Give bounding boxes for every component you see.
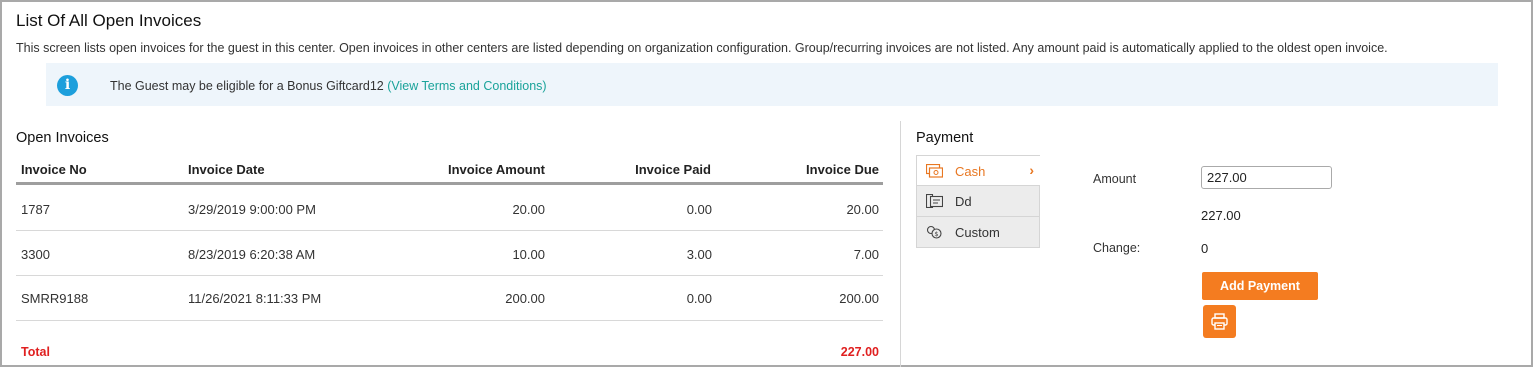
tab-dd-label: Dd xyxy=(955,194,972,209)
table-row-invoice-no: 3300 xyxy=(21,247,50,262)
page-title: List Of All Open Invoices xyxy=(16,11,202,30)
table-row-invoice-date: 8/23/2019 6:20:38 AM xyxy=(188,247,316,262)
table-row-invoice-due: 7.00 xyxy=(853,247,879,262)
row-divider xyxy=(16,320,883,321)
section-divider xyxy=(900,121,901,367)
chevron-right-icon: › xyxy=(1029,162,1034,178)
tab-cash[interactable]: Cash › xyxy=(916,155,1040,186)
col-invoice-due: Invoice Due xyxy=(806,162,879,177)
print-icon xyxy=(1211,313,1228,330)
table-row-invoice-amount: 200.00 xyxy=(505,291,545,306)
total-label: Total xyxy=(21,345,50,359)
amount-display: 227.00 xyxy=(1201,208,1241,223)
table-row-invoice-paid: 0.00 xyxy=(686,291,712,306)
svg-text:$: $ xyxy=(934,230,938,238)
tab-cash-label: Cash xyxy=(955,164,986,179)
open-invoices-title: Open Invoices xyxy=(16,130,109,146)
change-value: 0 xyxy=(1201,241,1209,256)
table-row-invoice-no: 1787 xyxy=(21,202,50,217)
total-value: 227.00 xyxy=(840,345,879,359)
table-row-invoice-paid: 3.00 xyxy=(686,247,712,262)
cash-icon xyxy=(926,164,943,178)
tab-dd[interactable]: Dd xyxy=(916,186,1040,217)
table-row-invoice-amount: 10.00 xyxy=(512,247,545,262)
table-row-invoice-due: 200.00 xyxy=(839,291,879,306)
page-description: This screen lists open invoices for the … xyxy=(16,41,1388,55)
col-invoice-amount: Invoice Amount xyxy=(447,162,545,177)
tab-custom[interactable]: $ Custom xyxy=(916,217,1040,248)
view-terms-link[interactable]: (View Terms and Conditions) xyxy=(387,79,546,93)
direct-debit-icon xyxy=(926,194,943,208)
table-row-invoice-paid: 0.00 xyxy=(686,202,712,217)
table-row-invoice-date: 11/26/2021 8:11:33 PM xyxy=(188,291,322,306)
custom-payment-icon: $ xyxy=(926,225,942,239)
info-banner: i The Guest may be eligible for a Bonus … xyxy=(46,63,1498,106)
change-label: Change: xyxy=(1093,241,1141,255)
table-row-invoice-amount: 20.00 xyxy=(512,202,545,217)
amount-input[interactable] xyxy=(1201,166,1332,189)
add-payment-button[interactable]: Add Payment xyxy=(1202,272,1318,300)
table-row-invoice-due: 20.00 xyxy=(846,202,879,217)
info-icon: i xyxy=(57,75,78,96)
amount-label: Amount xyxy=(1093,172,1137,186)
info-banner-text: The Guest may be eligible for a Bonus Gi… xyxy=(110,79,547,93)
payment-title: Payment xyxy=(916,130,974,146)
table-row-invoice-no: SMRR9188 xyxy=(21,291,89,306)
col-invoice-date: Invoice Date xyxy=(188,162,265,177)
payment-method-tabs: Cash › Dd $ Custom xyxy=(916,155,1040,248)
info-message: The Guest may be eligible for a Bonus Gi… xyxy=(110,79,388,93)
tab-custom-label: Custom xyxy=(955,225,1000,240)
row-divider xyxy=(16,275,883,276)
row-divider xyxy=(16,230,883,231)
table-header-divider xyxy=(16,182,883,185)
col-invoice-paid: Invoice Paid xyxy=(635,162,711,177)
col-invoice-no: Invoice No xyxy=(21,162,87,177)
print-button[interactable] xyxy=(1203,305,1236,338)
table-row-invoice-date: 3/29/2019 9:00:00 PM xyxy=(188,202,316,217)
